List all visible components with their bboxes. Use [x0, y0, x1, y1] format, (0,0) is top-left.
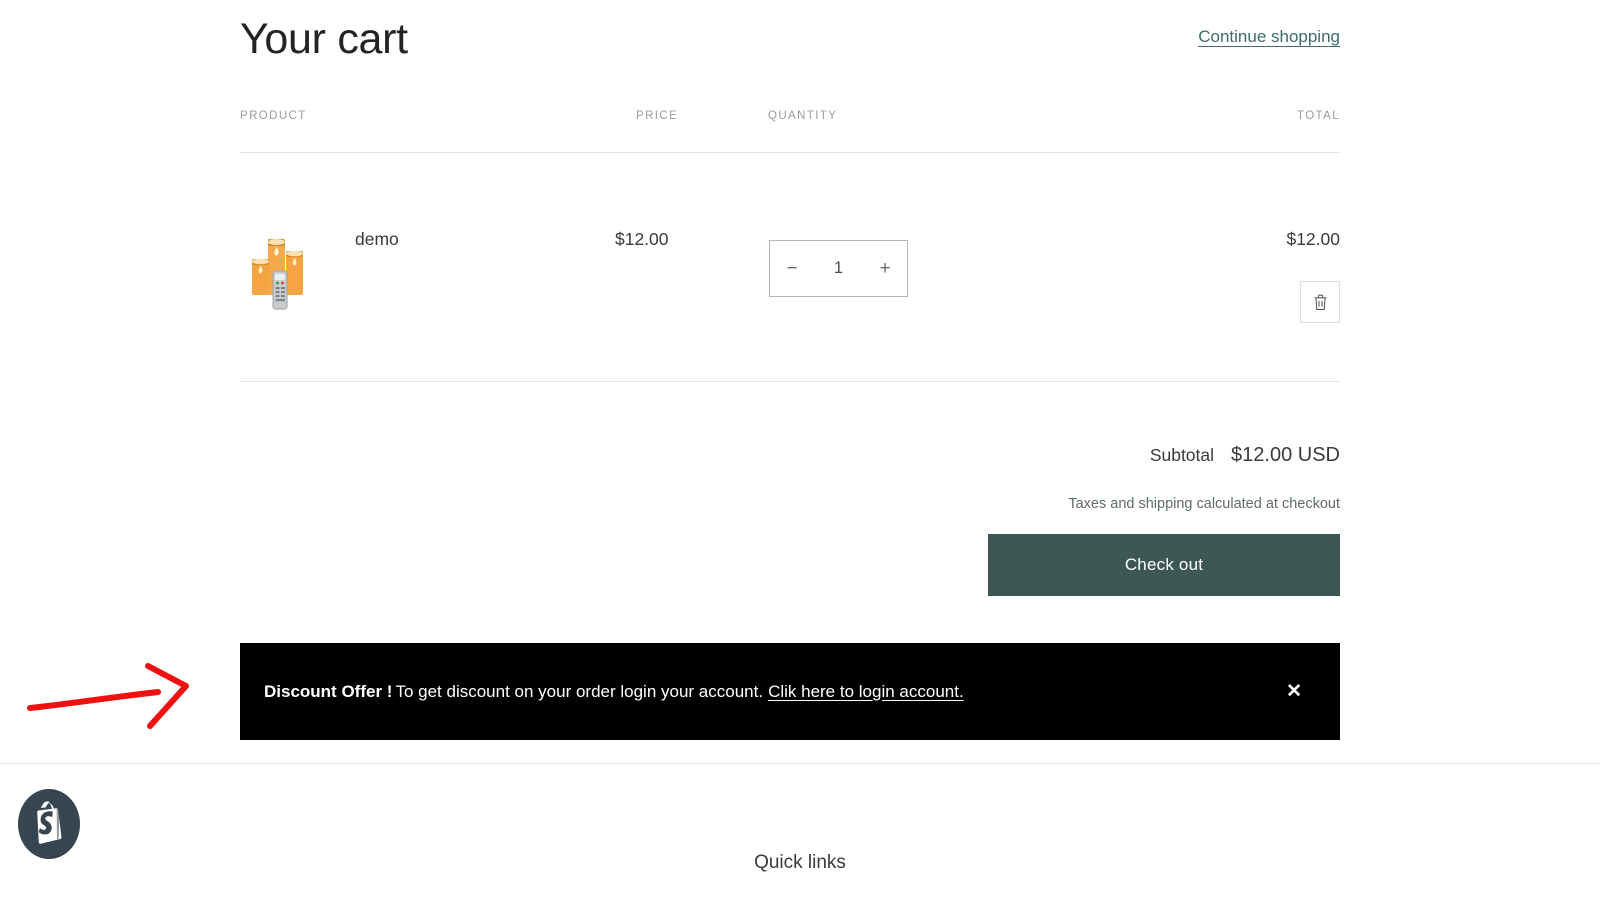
product-line-total: $12.00: [1286, 229, 1340, 250]
product-price: $12.00: [615, 229, 669, 250]
flameless-candles-with-remote-image[interactable]: [248, 225, 314, 311]
cart-totals: Subtotal $12.00 USD Taxes and shipping c…: [240, 382, 1340, 596]
page-title: Your cart: [240, 16, 408, 63]
tax-shipping-note: Taxes and shipping calculated at checkou…: [240, 496, 1340, 512]
discount-offer-banner: Discount Offer !To get discount on your …: [240, 643, 1340, 740]
product-name-link[interactable]: demo: [355, 229, 399, 250]
footer-divider: [0, 763, 1600, 764]
subtotal-value: $12.00 USD: [1231, 444, 1340, 466]
column-header-price: PRICE: [636, 110, 678, 122]
subtotal-label: Subtotal: [1150, 445, 1214, 465]
shopify-bag-logo[interactable]: [16, 787, 82, 861]
table-row: demo $12.00 − 1 + $12.00: [240, 153, 1340, 381]
cart-header: Your cart Continue shopping: [240, 0, 1340, 92]
remove-item-button[interactable]: [1300, 281, 1340, 323]
banner-body-text: To get discount on your order login your…: [395, 682, 763, 701]
checkout-button[interactable]: Check out: [988, 534, 1340, 596]
cart-table-header: PRODUCT PRICE QUANTITY TOTAL: [240, 110, 1340, 152]
column-header-product: PRODUCT: [240, 110, 307, 122]
subtotal-row: Subtotal $12.00 USD: [240, 445, 1340, 465]
quantity-stepper[interactable]: − 1 +: [769, 240, 908, 297]
annotation-arrow: [18, 628, 238, 740]
trash-icon: [1313, 294, 1328, 311]
quantity-increase-button[interactable]: +: [863, 241, 907, 296]
column-header-quantity: QUANTITY: [768, 110, 837, 122]
cart-page: Your cart Continue shopping PRODUCT PRIC…: [0, 0, 1600, 900]
close-icon[interactable]: ✕: [1276, 676, 1312, 707]
banner-strong-text: Discount Offer !: [264, 682, 392, 701]
banner-login-link[interactable]: Clik here to login account.: [768, 682, 964, 701]
quantity-decrease-button[interactable]: −: [770, 241, 814, 296]
banner-message: Discount Offer !To get discount on your …: [264, 680, 1276, 704]
column-header-total: TOTAL: [1297, 110, 1340, 122]
quick-links-heading: Quick links: [0, 852, 1600, 874]
quantity-value[interactable]: 1: [814, 259, 863, 278]
cart-container: Your cart Continue shopping PRODUCT PRIC…: [240, 0, 1340, 596]
continue-shopping-link[interactable]: Continue shopping: [1198, 27, 1340, 47]
